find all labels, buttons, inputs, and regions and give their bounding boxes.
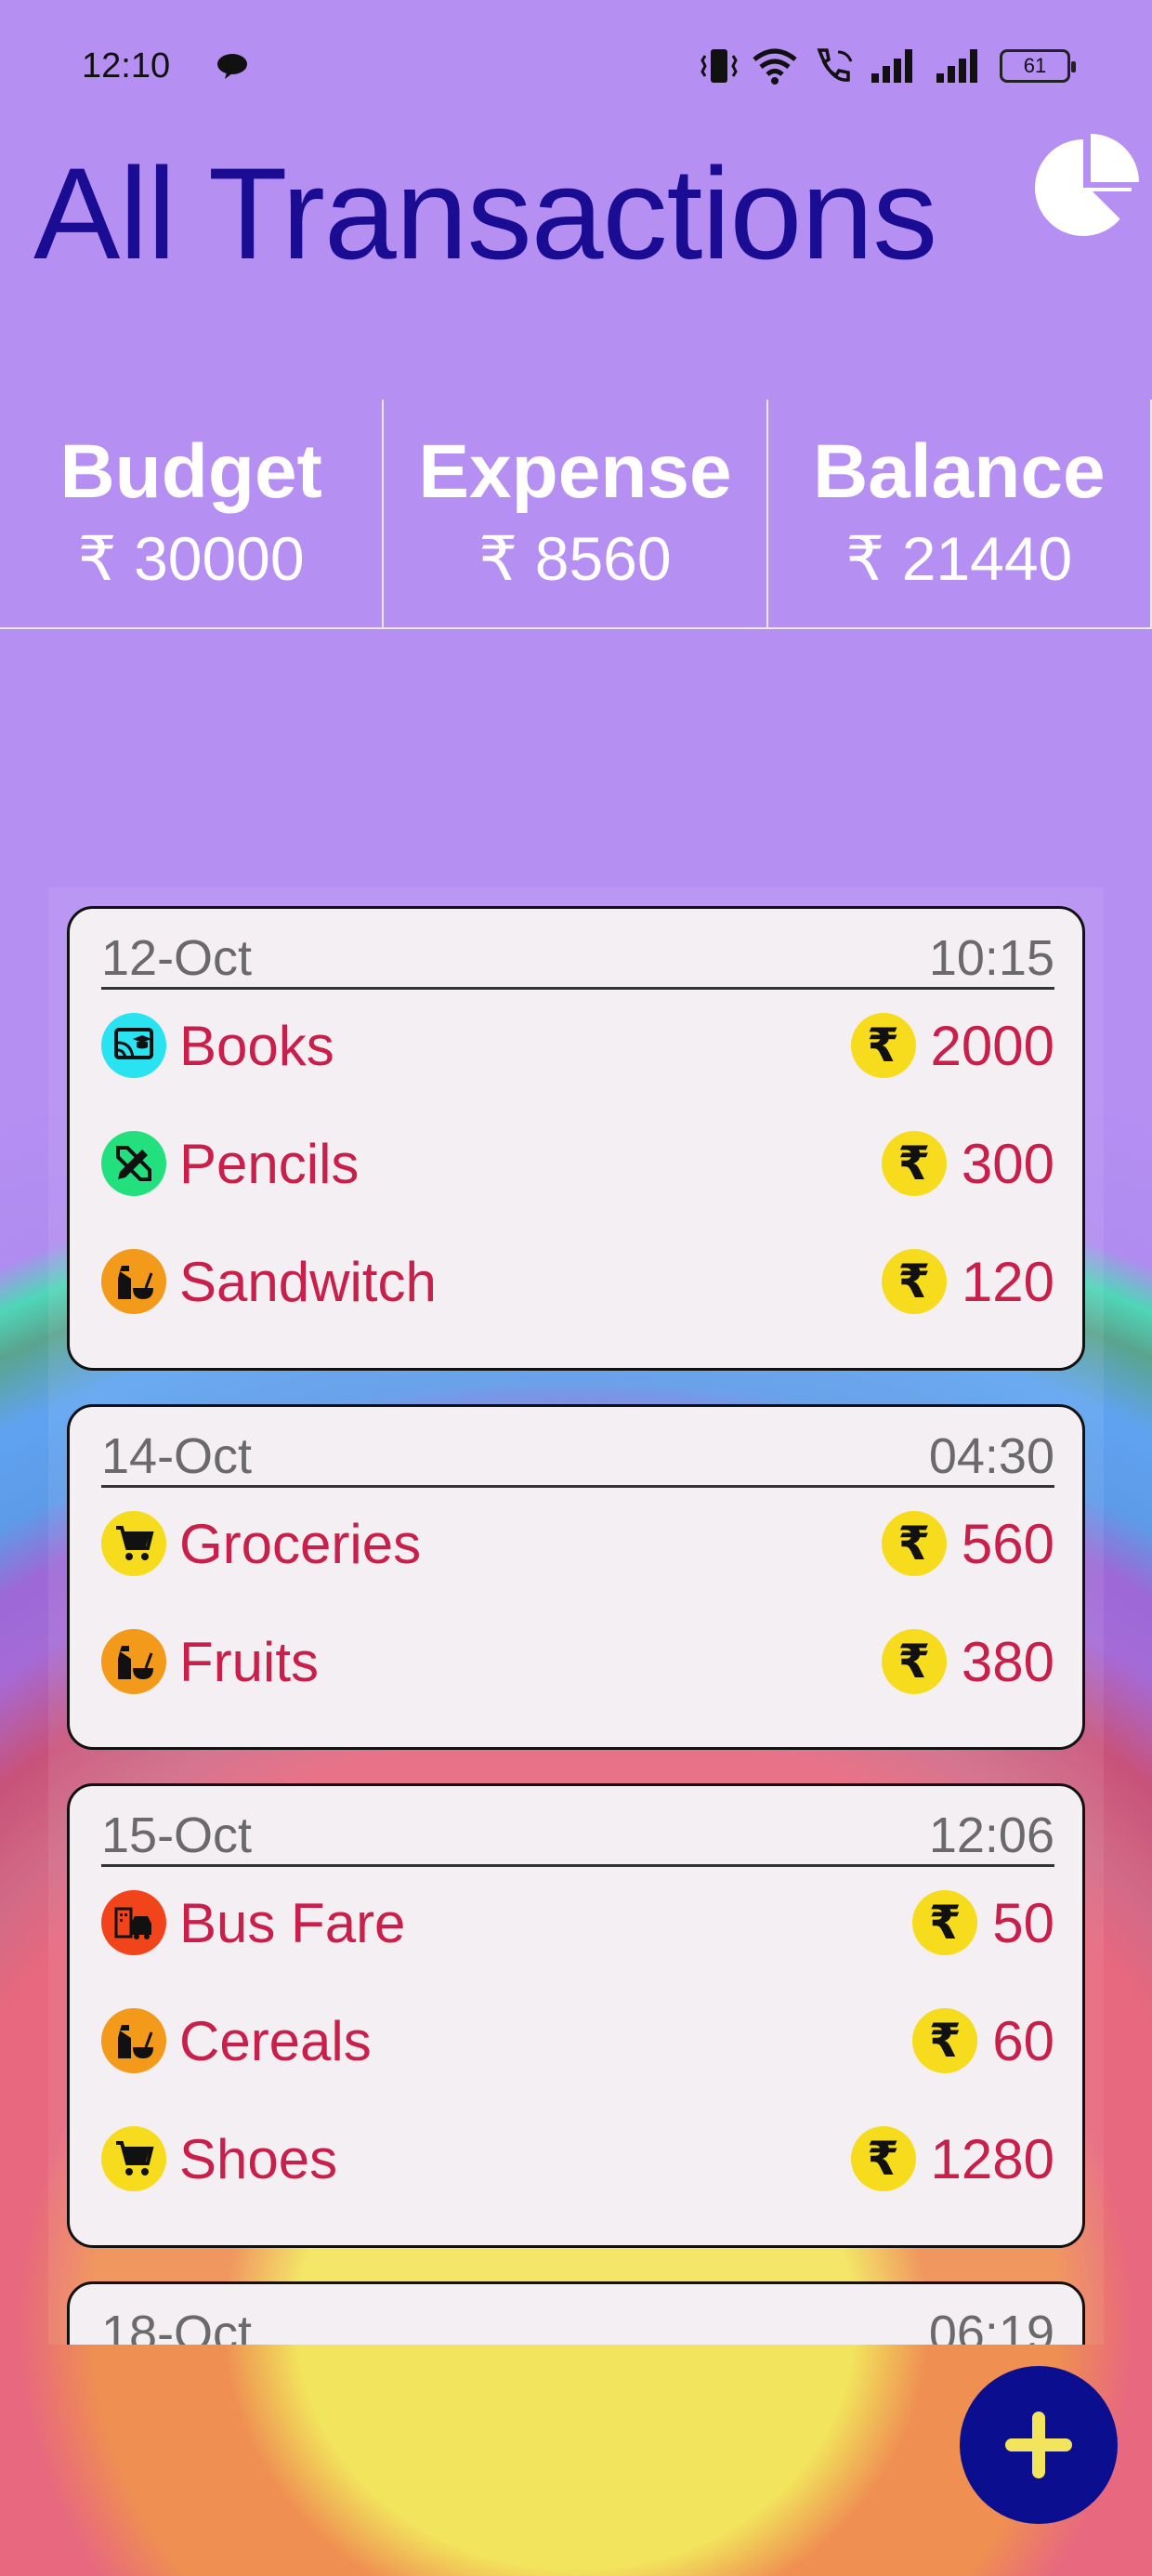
signal-strength-icon: [871, 49, 912, 83]
pie-chart-icon[interactable]: [1031, 130, 1143, 242]
transaction-card[interactable]: 18-Oct 06:19: [67, 2281, 1085, 2345]
rupee-icon: ₹: [912, 1890, 978, 1955]
transaction-item[interactable]: Shoes ₹ 1280: [101, 2122, 1054, 2196]
add-icon: [1005, 2412, 1072, 2478]
transaction-item[interactable]: Groceries ₹ 560: [101, 1506, 1054, 1581]
battery-icon: 61: [1000, 49, 1076, 83]
expense-summary: Expense ₹ 8560: [384, 400, 768, 627]
food-icon: [101, 1249, 166, 1314]
item-name: Groceries: [179, 1512, 422, 1575]
books-icon: [101, 1013, 166, 1078]
item-name: Pencils: [179, 1132, 360, 1195]
item-amount: 300: [961, 1132, 1054, 1195]
card-time: 04:30: [928, 1428, 1054, 1484]
item-amount: 60: [992, 2009, 1054, 2072]
vibrate-icon: [700, 49, 738, 83]
pencil-ruler-icon: [101, 1131, 166, 1196]
transaction-list[interactable]: 12-Oct 10:15 Books ₹ 2000 Pencils ₹ 300 …: [48, 887, 1104, 2345]
balance-value: ₹ 21440: [845, 524, 1073, 594]
cart-icon: [101, 2126, 166, 2191]
transaction-card[interactable]: 12-Oct 10:15 Books ₹ 2000 Pencils ₹ 300 …: [67, 906, 1085, 1371]
item-amount: 560: [961, 1512, 1054, 1575]
rupee-icon: ₹: [881, 1131, 947, 1196]
rupee-icon: ₹: [881, 1629, 947, 1694]
balance-summary: Balance ₹ 21440: [768, 400, 1152, 627]
food-icon: [101, 2008, 166, 2073]
card-time: 06:19: [928, 2306, 1054, 2345]
wifi-call-icon: [817, 48, 853, 82]
expense-label: Expense: [418, 428, 732, 514]
signal-strength-2-icon: [936, 49, 977, 83]
item-amount: 120: [961, 1250, 1054, 1313]
card-date: 14-Oct: [101, 1428, 253, 1484]
system-icons: 61: [700, 46, 1076, 85]
cart-icon: [101, 1511, 166, 1576]
transaction-card[interactable]: 15-Oct 12:06 Bus Fare ₹ 50 Cereals ₹ 60 …: [67, 1783, 1085, 2248]
rupee-icon: ₹: [850, 2126, 916, 2191]
rupee-icon: ₹: [881, 1249, 947, 1314]
budget-value: ₹ 30000: [77, 524, 305, 594]
card-header: 12-Oct 10:15: [101, 929, 1054, 990]
transaction-item[interactable]: Bus Fare ₹ 50: [101, 1886, 1054, 1960]
card-time: 12:06: [928, 1807, 1054, 1863]
expense-value: ₹ 8560: [478, 524, 672, 594]
battery-level: 61: [1023, 54, 1047, 77]
transaction-item[interactable]: Sandwitch ₹ 120: [101, 1244, 1054, 1319]
add-transaction-button[interactable]: [960, 2366, 1118, 2524]
transport-icon: [101, 1890, 166, 1955]
transaction-item[interactable]: Cereals ₹ 60: [101, 2004, 1054, 2078]
budget-summary: Budget ₹ 30000: [0, 400, 385, 627]
card-header: 18-Oct 06:19: [101, 2305, 1054, 2345]
item-amount: 50: [992, 1891, 1054, 1954]
item-amount: 2000: [930, 1014, 1054, 1077]
card-date: 18-Oct: [101, 2306, 253, 2345]
food-icon: [101, 1629, 166, 1694]
item-name: Shoes: [179, 2127, 338, 2190]
item-name: Cereals: [179, 2009, 372, 2072]
wifi-icon: [753, 48, 797, 85]
budget-label: Budget: [59, 428, 322, 514]
rupee-icon: ₹: [912, 2008, 978, 2073]
rupee-icon: ₹: [881, 1511, 947, 1576]
summary-bar: Budget ₹ 30000 Expense ₹ 8560 Balance ₹ …: [0, 400, 1152, 629]
card-header: 15-Oct 12:06: [101, 1807, 1054, 1867]
card-header: 14-Oct 04:30: [101, 1427, 1054, 1488]
transaction-item[interactable]: Pencils ₹ 300: [101, 1126, 1054, 1201]
item-name: Bus Fare: [179, 1891, 406, 1954]
transaction-item[interactable]: Books ₹ 2000: [101, 1008, 1054, 1083]
chat-bubble-icon: [217, 54, 247, 79]
rupee-icon: ₹: [850, 1013, 916, 1078]
page-title: All Transactions: [33, 140, 937, 286]
card-date: 15-Oct: [101, 1807, 253, 1863]
status-bar: 12:10 61: [0, 0, 1152, 139]
item-name: Fruits: [179, 1630, 319, 1693]
status-time: 12:10: [82, 46, 171, 85]
item-name: Sandwitch: [179, 1250, 437, 1313]
card-date: 12-Oct: [101, 930, 253, 986]
transaction-card[interactable]: 14-Oct 04:30 Groceries ₹ 560 Fruits ₹ 38…: [67, 1404, 1085, 1750]
transaction-item[interactable]: Fruits ₹ 380: [101, 1624, 1054, 1699]
card-time: 10:15: [928, 930, 1054, 986]
item-name: Books: [179, 1014, 334, 1077]
item-amount: 380: [961, 1630, 1054, 1693]
item-amount: 1280: [930, 2127, 1054, 2190]
balance-label: Balance: [813, 428, 1106, 514]
